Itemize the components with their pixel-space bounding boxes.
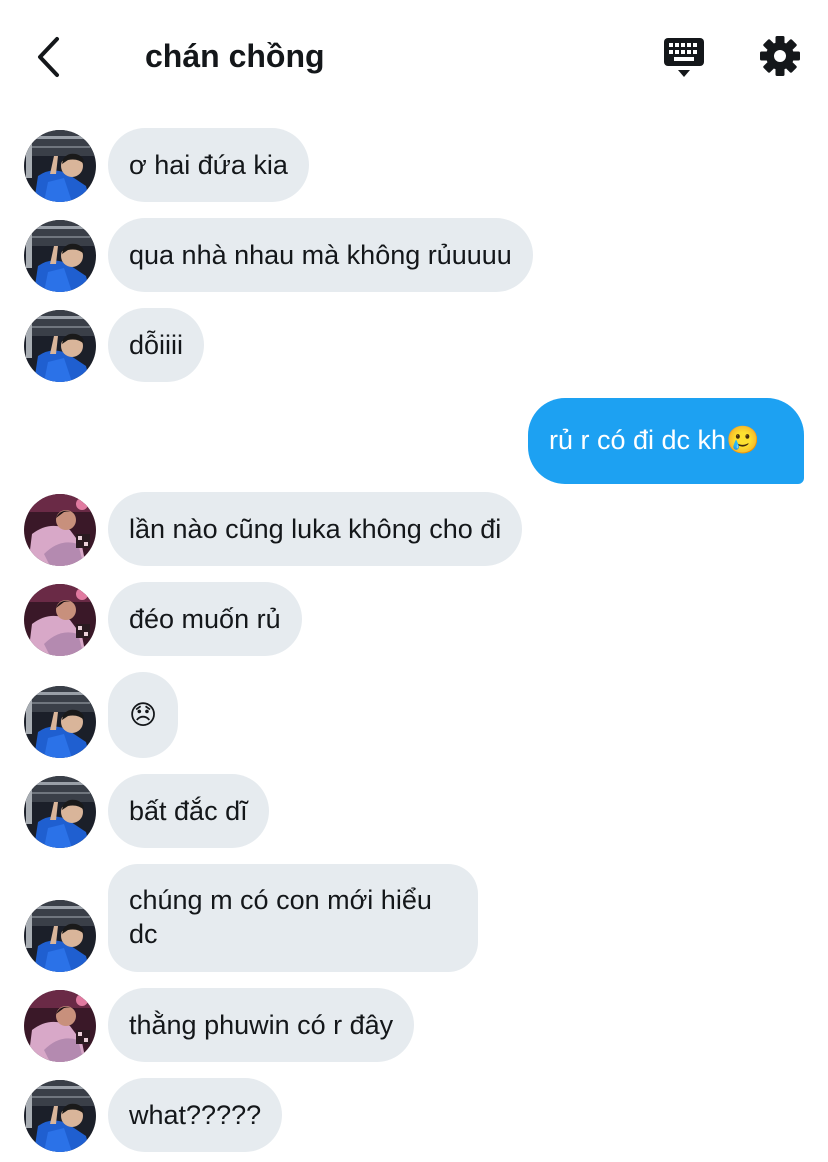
sender-avatar[interactable] [24,1080,96,1152]
message-bubble[interactable]: đéo muốn rủ [108,582,302,656]
sender-avatar[interactable] [24,494,96,566]
sender-avatar[interactable] [24,776,96,848]
back-button[interactable] [28,34,68,80]
message-bubble[interactable]: chúng m có con mới hiểu dc [108,864,478,972]
sender-avatar[interactable] [24,310,96,382]
sender-avatar[interactable] [24,990,96,1062]
sender-avatar[interactable] [24,900,96,972]
message-bubble[interactable]: 😞 [108,672,179,758]
my-message-bubble[interactable]: rủ r có đi dc kh🥲 [528,398,804,484]
sender-avatar[interactable] [24,130,96,202]
message-bubble[interactable]: dỗiiii [108,308,205,382]
message-bubble[interactable]: lần nào cũng luka không cho đi [108,492,523,566]
chat-header: chán chồng [0,0,828,112]
message-bubble[interactable]: what????? [108,1078,283,1152]
keyboard-button[interactable] [660,34,708,80]
chevron-left-icon [38,37,59,77]
settings-button[interactable] [756,32,804,80]
sender-avatar[interactable] [24,686,96,758]
message-bubble[interactable]: qua nhà nhau mà không rủuuuu [108,218,533,292]
sender-avatar[interactable] [24,220,96,292]
gear-icon [760,36,800,76]
keyboard-icon [664,38,704,77]
message-bubble[interactable]: ơ hai đứa kia [108,128,309,202]
conversation-title: chán chồng [145,38,325,74]
message-bubble[interactable]: bất đắc dĩ [108,774,269,848]
message-bubble[interactable]: thằng phuwin có r đây [108,988,415,1062]
sender-avatar[interactable] [24,584,96,656]
